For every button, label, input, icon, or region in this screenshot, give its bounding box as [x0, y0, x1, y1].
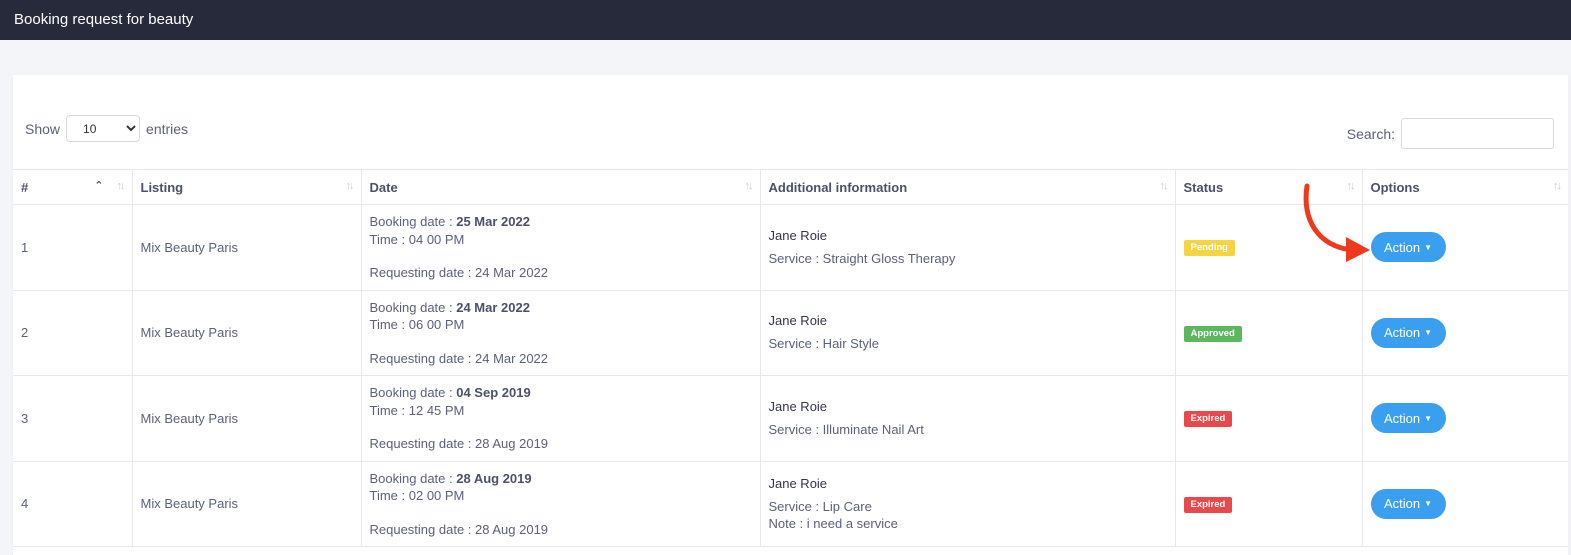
listing-name: Mix Beauty Paris — [132, 461, 362, 547]
status-badge: Approved — [1183, 325, 1242, 342]
date-cell: Booking date : 25 Mar 2022 Time : 04 00 … — [361, 204, 761, 291]
info-cell: Jane Roie Service : Straight Gloss Thera… — [760, 204, 1176, 291]
customer-name: Jane Roie — [768, 398, 828, 414]
caret-down-icon: ▼ — [1424, 413, 1433, 423]
date-cell: Booking date : 04 Sep 2019 Time : 12 45 … — [361, 375, 761, 462]
table-row: 4 Mix Beauty Paris Booking date : 28 Aug… — [13, 461, 1568, 547]
action-button[interactable]: Action ▼ — [1370, 403, 1446, 434]
search-label: Search: — [1346, 125, 1395, 142]
date-cell: Booking date : 28 Aug 2019 Time : 02 00 … — [361, 461, 761, 547]
customer-name: Jane Roie — [768, 475, 828, 491]
entries-select[interactable]: 10 — [66, 115, 141, 142]
info-cell: Jane Roie Service : Hair Style — [760, 290, 1176, 376]
info-cell: Jane Roie Service : Illuminate Nail Art — [760, 375, 1176, 462]
row-number: 2 — [13, 290, 133, 376]
booking-time: Time : 04 00 PM — [369, 231, 465, 247]
booking-time: Time : 02 00 PM — [369, 488, 465, 503]
listing-name: Mix Beauty Paris — [132, 375, 362, 462]
options-cell: Action ▼ — [1362, 461, 1568, 547]
booking-date: Booking date : 28 Aug 2019 — [369, 470, 532, 486]
booking-date: Booking date : 04 Sep 2019 — [369, 385, 531, 400]
booking-time: Time : 06 00 PM — [369, 317, 465, 332]
requesting-date: Requesting date : 24 Mar 2022 — [369, 350, 549, 366]
red-curved-arrow-icon — [1303, 183, 1370, 262]
booking-time: Time : 12 45 PM — [369, 402, 465, 418]
column-header-additional-information[interactable]: Additional information ↑↓ — [760, 169, 1176, 205]
bookings-panel: Show 10 entries Search: # ⌃ ↑↓ Listing ↑… — [13, 75, 1568, 555]
requesting-date: Requesting date : 28 Aug 2019 — [369, 436, 549, 451]
service-info: Service : Lip Care — [768, 498, 872, 514]
requesting-date: Requesting date : 24 Mar 2022 — [369, 265, 549, 280]
service-info: Service : Hair Style — [768, 336, 880, 352]
sort-ascending-icon: ⌃ — [94, 180, 104, 192]
caret-down-icon: ▼ — [1424, 328, 1433, 338]
sort-icon: ↑↓ — [1159, 180, 1169, 192]
row-number: 1 — [13, 204, 133, 291]
booking-date: Booking date : 25 Mar 2022 — [369, 214, 530, 229]
status-badge: Pending — [1183, 240, 1235, 257]
entries-label: entries — [146, 120, 189, 137]
caret-down-icon: ▼ — [1424, 242, 1433, 252]
options-cell: Action ▼ — [1362, 375, 1568, 462]
booking-date: Booking date : 24 Mar 2022 — [369, 299, 530, 315]
date-cell: Booking date : 24 Mar 2022 Time : 06 00 … — [361, 290, 761, 376]
service-info: Service : Straight Gloss Therapy — [768, 250, 956, 266]
listing-name: Mix Beauty Paris — [132, 204, 362, 291]
service-info: Service : Illuminate Nail Art — [768, 421, 924, 437]
sort-icon: ↑↓ — [345, 180, 355, 192]
column-header-number[interactable]: # ⌃ ↑↓ — [13, 169, 133, 205]
sort-icon: ↑↓ — [116, 180, 126, 192]
sort-icon: ↑↓ — [744, 180, 754, 192]
column-header-date[interactable]: Date ↑↓ — [361, 169, 761, 205]
sort-icon: ↑↓ — [1553, 180, 1562, 192]
options-cell: Action ▼ — [1362, 290, 1568, 376]
page-header: Booking request for beauty — [0, 0, 1571, 40]
status-badge: Expired — [1183, 496, 1233, 513]
customer-name: Jane Roie — [768, 227, 828, 243]
entries-length-control: Show 10 entries — [25, 115, 188, 142]
table-controls: Show 10 entries Search: — [13, 75, 1568, 169]
action-button[interactable]: Action ▼ — [1370, 317, 1446, 348]
table-row: 2 Mix Beauty Paris Booking date : 24 Mar… — [13, 290, 1568, 376]
status-badge: Expired — [1183, 411, 1233, 428]
column-header-options[interactable]: Options ↑↓ — [1362, 169, 1568, 205]
customer-name: Jane Roie — [768, 313, 828, 329]
search-input[interactable] — [1401, 118, 1554, 149]
status-cell: Expired — [1175, 461, 1363, 547]
column-header-listing[interactable]: Listing ↑↓ — [132, 169, 362, 205]
action-button[interactable]: Action ▼ — [1370, 488, 1446, 519]
status-cell: Expired — [1175, 375, 1363, 462]
note-info: Note : i need a service — [768, 515, 898, 531]
table-row: 3 Mix Beauty Paris Booking date : 04 Sep… — [13, 375, 1568, 462]
row-number: 4 — [13, 461, 133, 547]
listing-name: Mix Beauty Paris — [132, 290, 362, 376]
page-title: Booking request for beauty — [14, 11, 194, 28]
caret-down-icon: ▼ — [1424, 499, 1433, 509]
info-cell: Jane Roie Service : Lip Care Note : i ne… — [760, 461, 1176, 547]
row-number: 3 — [13, 375, 133, 462]
options-cell: Action ▼ — [1362, 204, 1568, 291]
search-control: Search: — [1347, 118, 1554, 149]
status-cell: Approved — [1175, 290, 1363, 376]
show-label: Show — [25, 120, 61, 137]
requesting-date: Requesting date : 28 Aug 2019 — [369, 521, 549, 537]
